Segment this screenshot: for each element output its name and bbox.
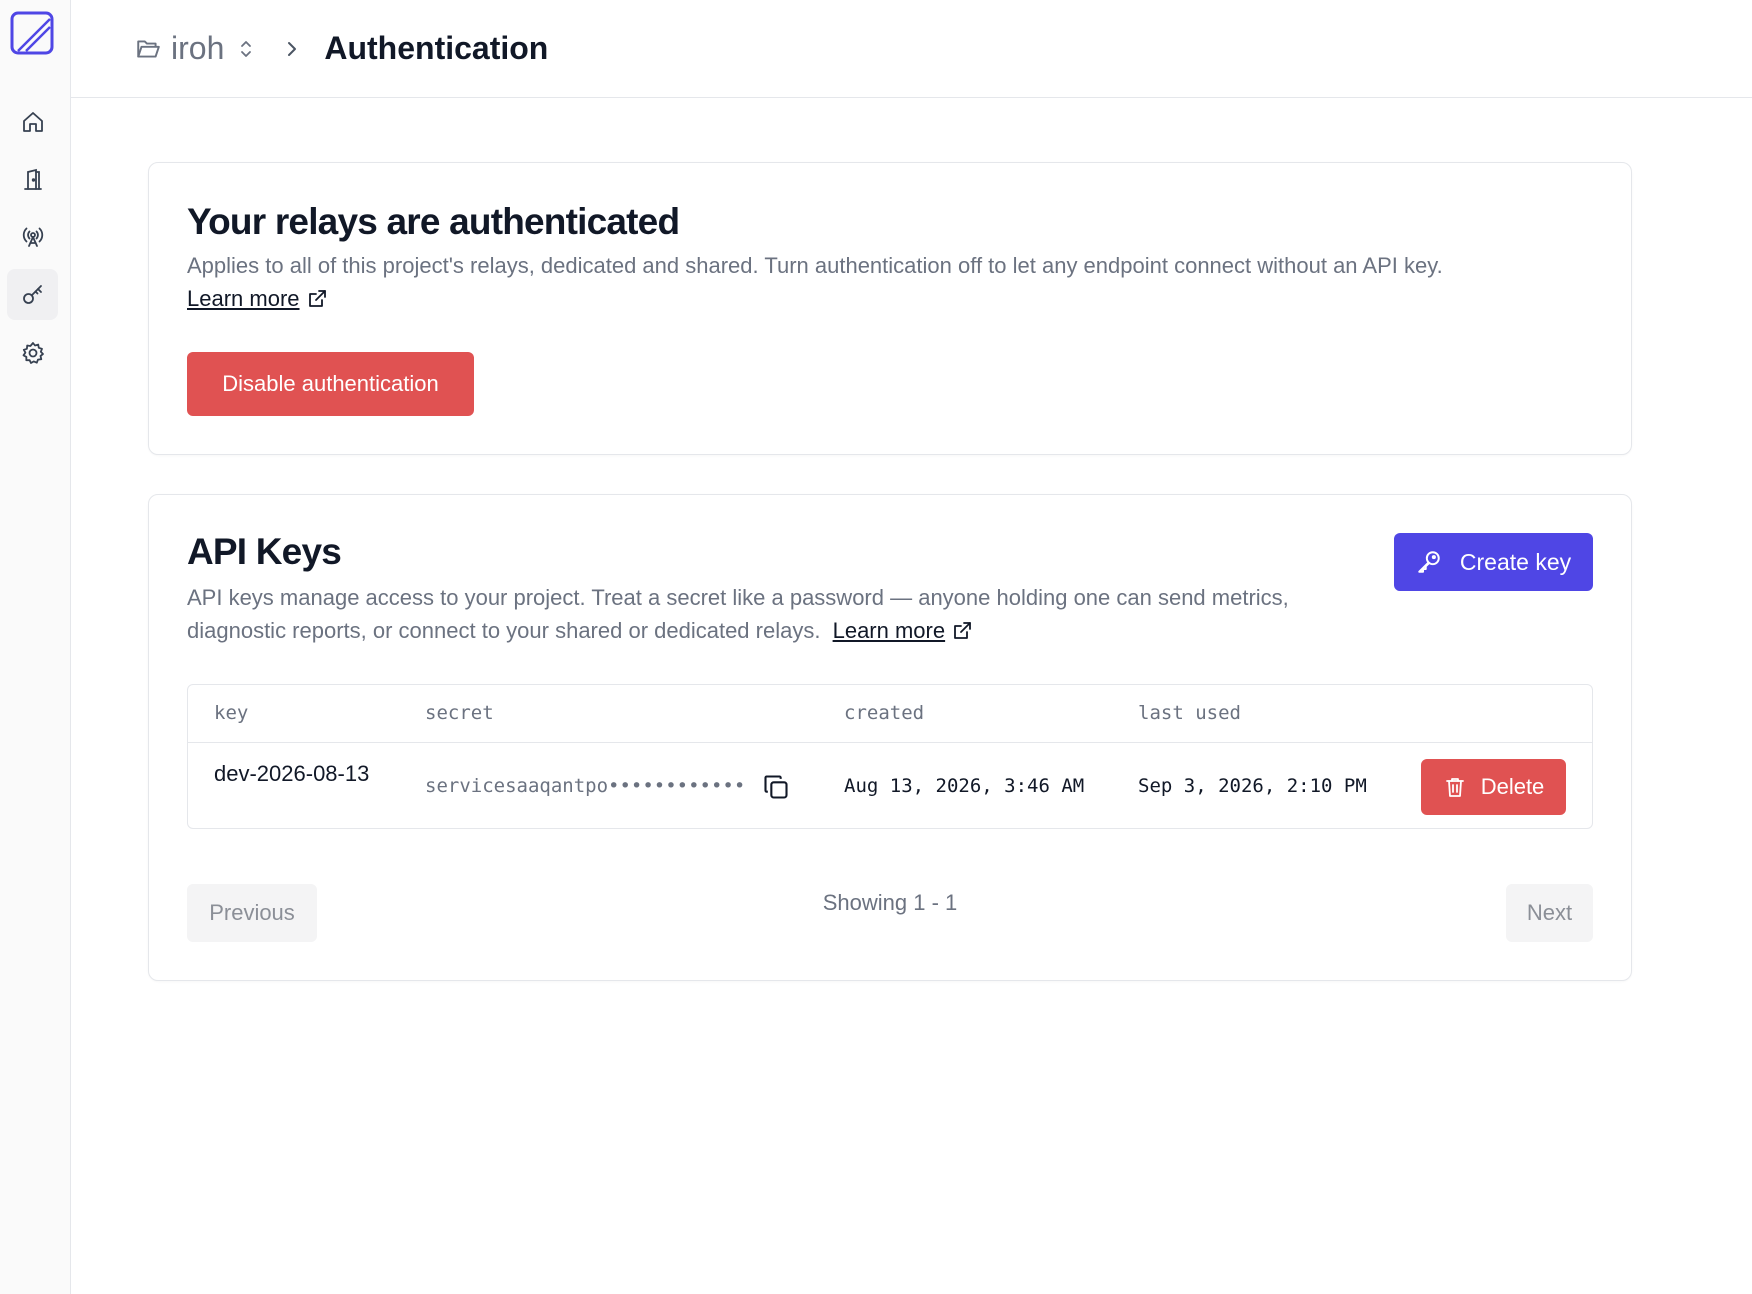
masked-secret: servicesaaqantpo••••••••••••: [425, 775, 746, 797]
sidebar-item-settings[interactable]: [7, 327, 58, 378]
auth-card-title: Your relays are authenticated: [187, 201, 680, 242]
auth-learn-more-label: Learn more: [187, 286, 300, 311]
column-header-created: created: [844, 702, 925, 724]
key-icon: [22, 284, 42, 304]
column-header-secret: secret: [425, 702, 494, 724]
auth-description-text: Applies to all of this project's relays,…: [187, 253, 1443, 278]
folder-open-icon: [137, 39, 160, 58]
page-title: Authentication: [324, 30, 549, 66]
top-header: iroh Authentication: [71, 0, 1752, 98]
api-keys-description-line2: diagnostic reports, or connect to your s…: [187, 618, 821, 643]
api-keys-learn-more-link[interactable]: Learn more: [833, 614, 973, 647]
sidebar-item-relays[interactable]: [7, 211, 58, 262]
created-date: Aug 13, 2026, 3:46 AM: [844, 775, 1085, 797]
copy-icon[interactable]: [762, 773, 790, 801]
table-header: key secret created last used: [188, 685, 1592, 743]
column-header-last-used: last used: [1138, 702, 1241, 724]
api-keys-title: API Keys: [187, 531, 342, 572]
auth-card-description: Applies to all of this project's relays,…: [187, 249, 1443, 315]
home-icon: [22, 111, 43, 132]
key-icon: [1418, 551, 1440, 573]
sidebar-item-door[interactable]: [7, 154, 58, 205]
gear-icon: [22, 341, 44, 364]
auth-learn-more-link[interactable]: Learn more: [187, 282, 327, 315]
column-header-key: key: [214, 702, 249, 724]
project-switcher[interactable]: iroh: [135, 30, 256, 67]
api-keys-learn-more-label: Learn more: [832, 618, 946, 643]
api-keys-description-line1: API keys manage access to your project. …: [187, 585, 1289, 610]
api-keys-table: key secret created last used dev-2026-08…: [187, 684, 1593, 829]
sidebar-item-home[interactable]: [7, 96, 58, 147]
chevron-right-icon: [288, 41, 297, 56]
next-page-button[interactable]: Next: [1506, 884, 1593, 942]
api-keys-description-line2-wrap: diagnostic reports, or connect to your s…: [187, 614, 1289, 647]
external-link-icon: [954, 621, 972, 639]
auth-status-card: Your relays are authenticated Applies to…: [148, 162, 1632, 455]
chevron-up-down-icon: [241, 40, 252, 57]
last-used-date: Sep 3, 2026, 2:10 PM: [1138, 775, 1367, 797]
sidebar-item-authentication[interactable]: [7, 269, 58, 320]
create-key-button[interactable]: Create key: [1394, 533, 1593, 591]
table-row: dev-2026-08-13 servicesaaqantpo•••••••••…: [188, 743, 1592, 829]
api-keys-card: API Keys API keys manage access to your …: [148, 494, 1632, 981]
sidebar: [0, 0, 71, 1294]
external-link-icon: [308, 289, 326, 307]
pagination-info: Showing 1 - 1: [822, 890, 958, 915]
broadcast-tower-icon: [22, 227, 43, 247]
app-logo-icon[interactable]: [10, 11, 54, 55]
door-icon: [23, 168, 42, 190]
key-name: dev-2026-08-13: [214, 761, 370, 786]
project-name: iroh: [171, 30, 225, 66]
api-keys-description: API keys manage access to your project. …: [187, 581, 1289, 647]
trash-icon: [1445, 778, 1464, 797]
disable-authentication-button[interactable]: Disable authentication: [187, 352, 474, 416]
delete-label: Delete: [1480, 774, 1545, 799]
create-key-label: Create key: [1459, 548, 1572, 575]
delete-key-button[interactable]: Delete: [1421, 759, 1566, 815]
